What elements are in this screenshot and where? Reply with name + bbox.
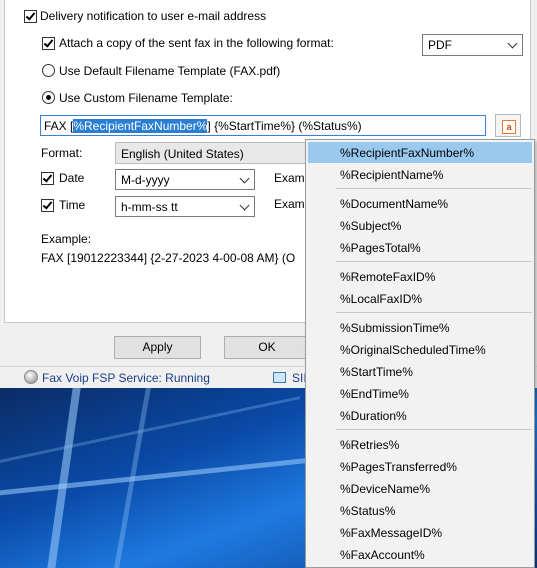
menu-item-duration[interactable]: %Duration% <box>308 405 532 426</box>
menu-item-fax-account[interactable]: %FaxAccount% <box>308 544 532 565</box>
menu-item-remote-fax-id[interactable]: %RemoteFaxID% <box>308 266 532 287</box>
example-value: FAX [19012223344] {2-27-2023 4-00-08 AM}… <box>41 251 296 265</box>
custom-template-input[interactable]: FAX [%RecipientFaxNumber%] {%StartTime%}… <box>40 115 486 136</box>
insert-variable-icon: a <box>502 120 516 134</box>
menu-item-end-time[interactable]: %EndTime% <box>308 383 532 404</box>
chevron-down-icon <box>239 200 250 211</box>
menu-item-recipient-name[interactable]: %RecipientName% <box>308 164 532 185</box>
attach-format-select[interactable]: PDF <box>422 34 523 56</box>
service-status-text: Fax Voip FSP Service: Running <box>42 371 210 385</box>
attach-copy-checkbox[interactable] <box>42 37 55 50</box>
menu-item-pages-total[interactable]: %PagesTotal% <box>308 237 532 258</box>
example-label: Example: <box>41 232 92 246</box>
menu-item-fax-message-id[interactable]: %FaxMessageID% <box>308 522 532 543</box>
time-format-select[interactable]: h-mm-ss tt <box>115 196 255 217</box>
time-format-value: h-mm-ss tt <box>121 200 178 214</box>
date-format-value: M-d-yyyy <box>121 173 170 187</box>
default-template-label: Use Default Filename Template (FAX.pdf) <box>59 64 281 78</box>
date-checkbox[interactable] <box>41 172 54 185</box>
service-status-icon <box>24 370 38 384</box>
menu-item-start-time[interactable]: %StartTime% <box>308 361 532 382</box>
wallpaper-light-beam <box>0 455 330 496</box>
time-checkbox[interactable] <box>41 199 54 212</box>
monitor-icon <box>273 372 286 383</box>
attach-copy-label: Attach a copy of the sent fax in the fol… <box>59 36 334 50</box>
menu-item-document-name[interactable]: %DocumentName% <box>308 193 532 214</box>
template-prefix: FAX [ <box>44 119 74 133</box>
custom-template-radio[interactable] <box>42 91 55 104</box>
wallpaper-light-beam <box>0 396 300 463</box>
menu-separator <box>336 429 532 430</box>
time-label: Time <box>59 198 86 212</box>
default-template-radio[interactable] <box>42 64 55 77</box>
ok-button[interactable]: OK <box>224 336 310 359</box>
menu-separator <box>336 312 532 313</box>
variable-context-menu: %RecipientFaxNumber% %RecipientName% %Do… <box>305 139 535 568</box>
wallpaper-light-beam <box>47 388 81 568</box>
menu-separator <box>336 188 532 189</box>
menu-item-local-fax-id[interactable]: %LocalFaxID% <box>308 288 532 309</box>
date-label: Date <box>59 171 85 185</box>
menu-item-pages-transferred[interactable]: %PagesTransferred% <box>308 456 532 477</box>
time-example-label: Exam <box>274 197 305 211</box>
date-format-select[interactable]: M-d-yyyy <box>115 169 255 190</box>
menu-item-submission-time[interactable]: %SubmissionTime% <box>308 317 532 338</box>
menu-separator <box>336 261 532 262</box>
menu-item-original-scheduled-time[interactable]: %OriginalScheduledTime% <box>308 339 532 360</box>
menu-item-recipient-fax-number[interactable]: %RecipientFaxNumber% <box>308 142 532 163</box>
date-example-label: Exam <box>274 171 305 185</box>
menu-item-subject[interactable]: %Subject% <box>308 215 532 236</box>
chevron-down-icon <box>507 38 518 49</box>
menu-item-status[interactable]: %Status% <box>308 500 532 521</box>
delivery-notification-checkbox[interactable] <box>24 10 37 23</box>
custom-template-label: Use Custom Filename Template: <box>59 91 233 105</box>
chevron-down-icon <box>239 173 250 184</box>
apply-button[interactable]: Apply <box>114 336 201 359</box>
format-select[interactable]: English (United States) <box>115 142 307 164</box>
menu-item-device-name[interactable]: %DeviceName% <box>308 478 532 499</box>
insert-variable-button[interactable]: a <box>495 114 521 137</box>
delivery-notification-label: Delivery notification to user e-mail add… <box>40 9 267 23</box>
template-selection: %RecipientFaxNumber% <box>73 119 208 133</box>
template-suffix: ] {%StartTime%} (%Status%) <box>207 119 362 133</box>
template-text: FAX [%RecipientFaxNumber%] {%StartTime%}… <box>44 119 362 133</box>
menu-item-retries[interactable]: %Retries% <box>308 434 532 455</box>
format-value: English (United States) <box>121 147 244 161</box>
format-label: Format: <box>41 146 83 160</box>
attach-format-value: PDF <box>428 38 452 52</box>
